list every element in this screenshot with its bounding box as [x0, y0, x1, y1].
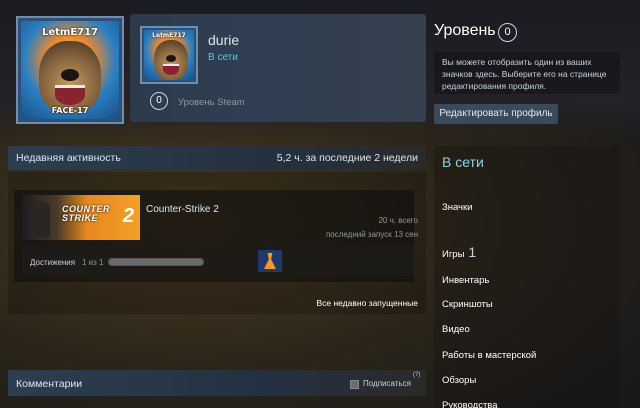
dog-face: [154, 40, 188, 80]
game-last-played: последний запуск 13 сен: [325, 230, 418, 239]
level-value-badge: 0: [498, 23, 517, 42]
achievements-progress: [108, 258, 204, 266]
capsule-logo-number: 2: [122, 205, 134, 227]
sidebar-item-label: Скриншоты: [442, 299, 493, 310]
games-count: 1: [468, 244, 477, 260]
sidebar-item-label: Видео: [442, 324, 470, 335]
game-capsule-image[interactable]: COUNTER STRIKE 2: [22, 195, 140, 240]
subscribe-help-icon[interactable]: (?): [413, 372, 420, 378]
game-hours-total: 20 ч. всего: [378, 216, 418, 225]
mini-profile-name[interactable]: durie: [208, 32, 239, 48]
sidebar-item-videos[interactable]: Видео: [442, 324, 470, 335]
capsule-logo-text: COUNTER STRIKE: [62, 205, 110, 223]
sidebar-item-workshop[interactable]: Работы в мастерской: [442, 350, 536, 361]
achievements-progress-fill: [109, 259, 203, 265]
subscribe-checkbox[interactable]: [350, 380, 359, 389]
avatar-caption-bottom: FACE-17: [51, 106, 89, 115]
sidebar-item-label: Значки: [442, 202, 473, 213]
achievement-icon[interactable]: [258, 250, 282, 272]
all-recently-played-link[interactable]: Все недавно запущенные: [316, 298, 418, 308]
sidebar-item-label: Руководства: [442, 400, 498, 408]
steam-level-label: Уровень Steam: [178, 97, 245, 108]
sidebar-item-inventory[interactable]: Инвентарь: [442, 275, 489, 286]
profile-sidebar: В сети Значки Игры 1 Инвентарь Скриншоты …: [434, 146, 620, 408]
dog-mouth: [163, 64, 179, 75]
game-name-link[interactable]: Counter-Strike 2: [146, 204, 219, 215]
sidebar-item-label: Игры: [442, 249, 465, 260]
edit-profile-button[interactable]: Редактировать профиль: [434, 104, 558, 124]
achievement-figure-icon: [264, 253, 276, 269]
sidebar-item-label: Обзоры: [442, 375, 477, 386]
mini-avatar-caption: LetmE717: [152, 32, 186, 39]
dog-nose: [61, 69, 79, 81]
comments-title: Комментарии: [16, 378, 83, 390]
steam-level-badge: 0: [150, 92, 168, 110]
mini-profile-card: LetmE717 durie В сети 0 Уровень Steam: [130, 14, 426, 122]
sidebar-item-label: Работы в мастерской: [442, 350, 537, 361]
recent-activity-header: Недавняя активность 5,2 ч. за последние …: [8, 146, 426, 170]
sidebar-item-games[interactable]: Игры 1: [442, 244, 476, 260]
achievements-count: 1 из 1: [82, 258, 104, 267]
sidebar-item-guides[interactable]: Руководства: [442, 400, 498, 408]
online-status-title: В сети: [442, 154, 484, 170]
sidebar-item-badges[interactable]: Значки: [442, 202, 472, 213]
dog-mouth: [55, 85, 85, 105]
recent-hours-summary: 5,2 ч. за последние 2 недели: [276, 152, 418, 164]
online-status: В сети: [208, 52, 238, 63]
dog-face: [39, 41, 101, 113]
recent-activity-title: Недавняя активность: [16, 152, 121, 164]
mini-avatar-image: LetmE717: [144, 30, 194, 80]
profile-avatar[interactable]: LetmE717 FACE-17: [16, 16, 124, 124]
comments-header: Комментарии Подписаться (?): [8, 370, 426, 396]
badge-hint-text: Вы можете отобразить один из ваших значк…: [434, 52, 620, 94]
soldier-figure: [30, 201, 50, 237]
sidebar-item-screenshots[interactable]: Скриншоты: [442, 299, 493, 310]
sidebar-item-label: Инвентарь: [442, 275, 490, 286]
capsule-line-2: STRIKE: [62, 213, 99, 223]
avatar-image: LetmE717 FACE-17: [21, 21, 119, 119]
achievements-bar: [22, 246, 414, 276]
dog-nose: [166, 55, 176, 62]
sidebar-item-reviews[interactable]: Обзоры: [442, 375, 476, 386]
subscribe-label[interactable]: Подписаться: [363, 379, 411, 388]
mini-profile-avatar[interactable]: LetmE717: [140, 26, 198, 84]
achievements-label[interactable]: Достижения: [30, 258, 75, 267]
avatar-caption-top: LetmE717: [41, 27, 99, 38]
level-title: Уровень: [434, 22, 496, 39]
